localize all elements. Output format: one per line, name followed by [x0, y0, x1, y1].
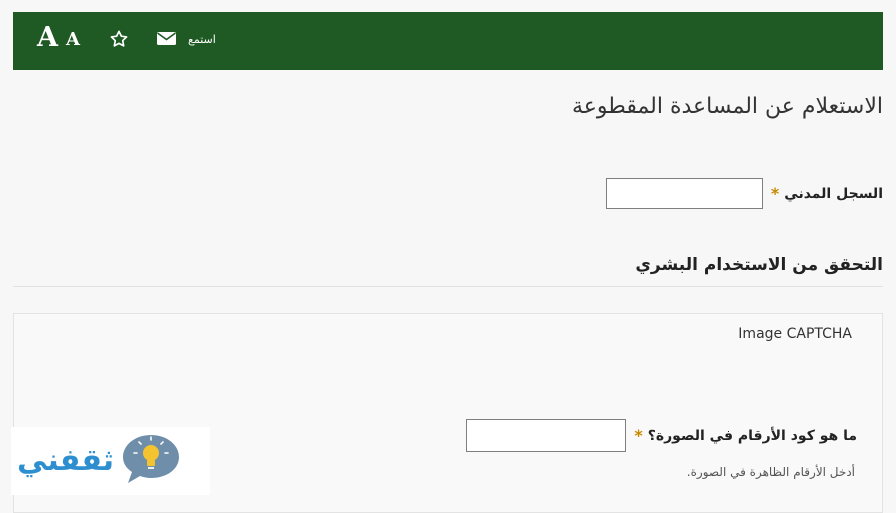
civil-registry-input[interactable]: [605, 178, 763, 209]
star-outline-icon[interactable]: [109, 29, 129, 53]
envelope-icon: [157, 31, 176, 50]
top-toolbar: A A استمع: [13, 12, 883, 70]
civil-registry-field-row: السجل المدني *: [605, 178, 883, 209]
captcha-section-title: التحقق من الاستخدام البشري: [635, 255, 883, 275]
listen-label: استمع: [188, 33, 216, 46]
captcha-image-label: Image CAPTCHA: [738, 326, 852, 342]
captcha-question-label: ما هو كود الأرقام في الصورة؟: [647, 427, 857, 444]
captcha-input[interactable]: [466, 419, 627, 452]
increase-font-button[interactable]: A: [37, 22, 58, 54]
captcha-help-text: أدخل الأرقام الظاهرة في الصورة.: [686, 465, 855, 479]
civil-registry-label: السجل المدني: [784, 185, 883, 202]
required-mark: *: [634, 426, 643, 445]
listen-button[interactable]: استمع: [157, 30, 216, 50]
watermark-logo: ثقفني: [11, 427, 210, 495]
decrease-font-button[interactable]: A: [66, 28, 80, 52]
required-mark: *: [770, 184, 780, 203]
lightbulb-chat-icon: [120, 432, 182, 490]
page-title: الاستعلام عن المساعدة المقطوعة: [571, 94, 883, 119]
watermark-text: ثقفني: [17, 443, 115, 478]
section-divider: [13, 286, 883, 287]
captcha-field-row: ما هو كود الأرقام في الصورة؟ *: [466, 419, 857, 452]
